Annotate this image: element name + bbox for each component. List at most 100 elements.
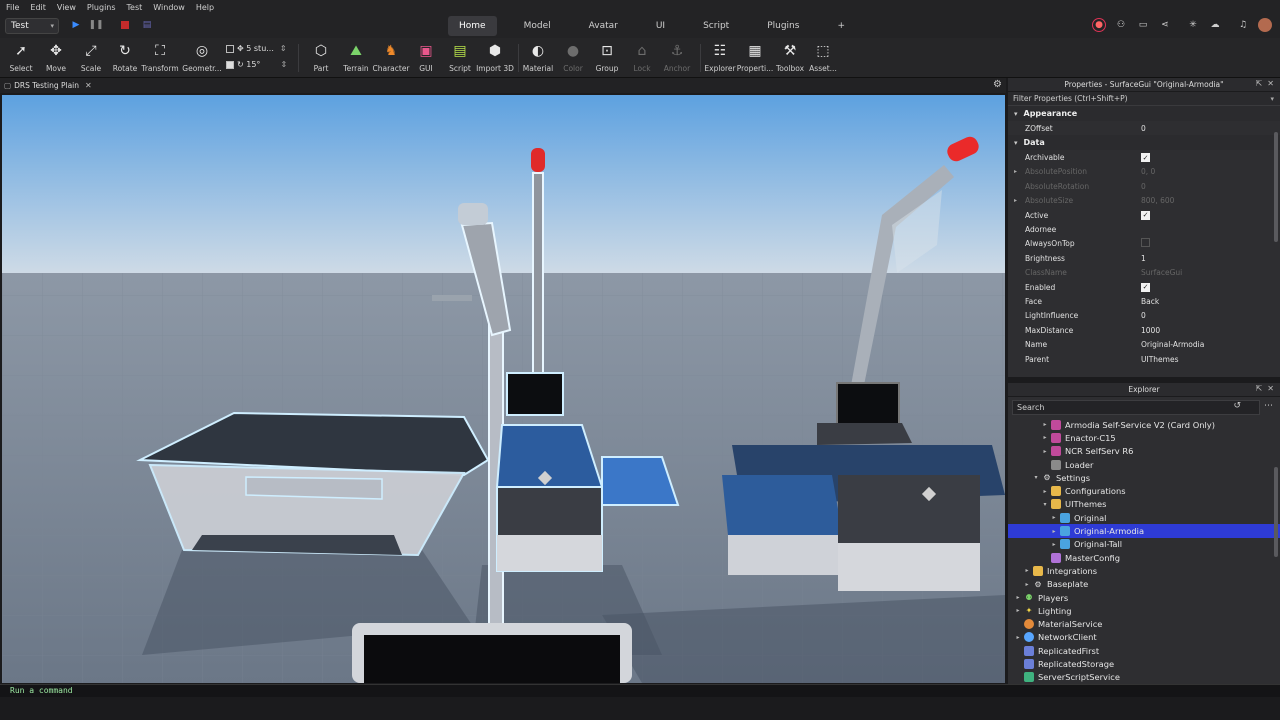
- property-checkbox[interactable]: [1141, 238, 1150, 249]
- popout-icon[interactable]: ⇱: [1256, 384, 1263, 393]
- tree-item[interactable]: ▸ Original-Armodia: [1008, 524, 1280, 538]
- checkmark-icon[interactable]: ✓: [1141, 153, 1150, 163]
- move-tool[interactable]: ✥ Move: [44, 42, 68, 76]
- add-friend-icon[interactable]: ⚇: [1114, 18, 1128, 32]
- checkbox-icon[interactable]: [1141, 238, 1150, 248]
- import3d-tool[interactable]: ⬢ Import 3D: [476, 42, 514, 76]
- property-value[interactable]: 0: [1141, 311, 1146, 320]
- property-row[interactable]: MaxDistance 1000: [1008, 323, 1280, 337]
- rotate-tool[interactable]: ↻ Rotate: [113, 42, 138, 76]
- tree-item[interactable]: ▸ ⚉ Players: [1008, 591, 1280, 604]
- tab-script[interactable]: Script: [692, 16, 740, 36]
- chevron-right-icon[interactable]: ▸: [1050, 541, 1058, 548]
- tree-item[interactable]: ▸ Armodia Self-Service V2 (Card Only): [1008, 418, 1280, 431]
- tree-item[interactable]: ReplicatedFirst: [1008, 644, 1280, 657]
- snap-rotate-checkbox[interactable]: [226, 60, 234, 69]
- tree-item[interactable]: ReplicatedStorage: [1008, 657, 1280, 670]
- chevron-right-icon[interactable]: ▸: [1041, 448, 1049, 455]
- more-icon[interactable]: ⋯: [1264, 401, 1273, 411]
- filter-properties-input[interactable]: Filter Properties (Ctrl+Shift+P) ▾: [1008, 92, 1280, 106]
- property-row[interactable]: Enabled ✓: [1008, 280, 1280, 294]
- bell-icon[interactable]: ♫: [1236, 18, 1250, 32]
- tab-avatar[interactable]: Avatar: [578, 16, 629, 36]
- snap-move-checkbox[interactable]: [226, 44, 234, 53]
- color-tool[interactable]: ● Color: [563, 42, 583, 76]
- property-row[interactable]: ▸ AbsoluteSize 800, 600: [1008, 194, 1280, 208]
- pause-icon[interactable]: ❚❚: [88, 19, 103, 31]
- explorer-search-input[interactable]: Search ↺ ⋯: [1012, 400, 1273, 415]
- property-value[interactable]: Back: [1141, 297, 1159, 306]
- close-icon[interactable]: ✕: [85, 81, 92, 90]
- script-tool[interactable]: ▤ Script: [449, 42, 471, 76]
- share-icon[interactable]: ⋖: [1158, 18, 1172, 32]
- tab-model[interactable]: Model: [513, 16, 562, 36]
- property-row[interactable]: Brightness 1: [1008, 251, 1280, 265]
- property-row[interactable]: AbsoluteRotation 0: [1008, 179, 1280, 193]
- stepper-icon[interactable]: ⇕: [280, 60, 287, 69]
- chevron-right-icon[interactable]: ▸: [1041, 421, 1049, 428]
- property-checkbox[interactable]: ✓: [1141, 153, 1150, 163]
- checkmark-icon[interactable]: ✓: [1141, 282, 1150, 292]
- stepper-icon[interactable]: ⇕: [280, 44, 287, 53]
- property-row[interactable]: ZOffset 0: [1008, 121, 1280, 135]
- viewport-3d[interactable]: [2, 95, 1005, 683]
- tab-home[interactable]: Home: [448, 16, 497, 36]
- tree-item[interactable]: ▸ NCR SelfServ R6: [1008, 445, 1280, 458]
- chevron-right-icon[interactable]: ▸: [1050, 514, 1058, 521]
- chevron-right-icon[interactable]: ▸: [1014, 594, 1022, 601]
- property-row[interactable]: LightInfluence 0: [1008, 309, 1280, 323]
- tree-item[interactable]: ▸ Integrations: [1008, 564, 1280, 577]
- tab-add[interactable]: +: [826, 16, 856, 36]
- property-row[interactable]: Name Original-Armodia: [1008, 337, 1280, 351]
- category-appearance[interactable]: ▾ Appearance: [1008, 106, 1280, 121]
- terrain-tool[interactable]: ⛰ Terrain: [343, 42, 369, 76]
- tree-item[interactable]: ▸ Configurations: [1008, 484, 1280, 497]
- property-row[interactable]: AlwaysOnTop: [1008, 237, 1280, 251]
- snap-rotate[interactable]: ↻ 15° ⇕: [226, 60, 287, 69]
- property-value[interactable]: 1000: [1141, 326, 1160, 335]
- property-value[interactable]: UIThemes: [1141, 355, 1178, 364]
- tree-item[interactable]: ▾ ⚙ Settings: [1008, 471, 1280, 484]
- lock-tool[interactable]: ⌂ Lock: [633, 42, 651, 76]
- chevron-right-icon[interactable]: ▸: [1014, 607, 1022, 614]
- group-tool[interactable]: ⊡ Group: [596, 42, 619, 76]
- property-row[interactable]: Archivable ✓: [1008, 150, 1280, 164]
- material-tool[interactable]: ◐ Material: [523, 42, 553, 76]
- client-server-icon[interactable]: ▤: [141, 19, 153, 31]
- tree-item[interactable]: ServerScriptService: [1008, 671, 1280, 684]
- character-tool[interactable]: ♞ Character: [372, 42, 409, 76]
- chevron-right-icon[interactable]: ▸: [1041, 434, 1049, 441]
- command-input[interactable]: Run a command: [10, 686, 73, 695]
- part-tool[interactable]: ⬡ Part: [311, 42, 331, 76]
- avatar[interactable]: [1258, 18, 1272, 32]
- geometry-tool[interactable]: ◎ Geometr...: [182, 42, 221, 76]
- property-value[interactable]: Original-Armodia: [1141, 340, 1204, 349]
- stop-icon[interactable]: [119, 19, 131, 31]
- properties-scrollbar[interactable]: [1274, 132, 1278, 242]
- close-icon[interactable]: ✕: [1267, 384, 1274, 393]
- command-bar[interactable]: Run a command: [0, 684, 1280, 697]
- menu-item-help[interactable]: Help: [196, 3, 214, 12]
- menu-item-plugins[interactable]: Plugins: [87, 3, 116, 12]
- tree-item[interactable]: ▾ UIThemes: [1008, 498, 1280, 511]
- transform-tool[interactable]: ⛶ Transform: [141, 42, 178, 76]
- record-icon[interactable]: ●: [1092, 18, 1106, 32]
- chevron-right-icon[interactable]: ▸: [1014, 634, 1022, 641]
- chevron-right-icon[interactable]: ▸: [1041, 488, 1049, 495]
- property-checkbox[interactable]: ✓: [1141, 282, 1150, 292]
- chevron-down-icon[interactable]: ▾: [1032, 474, 1040, 481]
- menu-item-window[interactable]: Window: [153, 3, 185, 12]
- tab-ui[interactable]: UI: [645, 16, 676, 36]
- property-row[interactable]: Active ✓: [1008, 208, 1280, 222]
- gui-tool[interactable]: ▣ GUI: [418, 42, 434, 76]
- chevron-down-icon[interactable]: ▾: [1270, 95, 1274, 103]
- category-data[interactable]: ▾ Data: [1008, 135, 1280, 151]
- anchor-tool[interactable]: ⚓ Anchor: [664, 42, 690, 76]
- doc-tab[interactable]: ▢ DRS Testing Plain ✕: [4, 79, 92, 92]
- collaborate-icon[interactable]: ✳: [1186, 18, 1200, 32]
- property-checkbox[interactable]: ✓: [1141, 210, 1150, 220]
- menu-item-view[interactable]: View: [57, 3, 76, 12]
- explorer-scrollbar[interactable]: [1274, 467, 1278, 557]
- close-icon[interactable]: ✕: [1267, 79, 1274, 88]
- popout-icon[interactable]: ⇱: [1256, 79, 1263, 88]
